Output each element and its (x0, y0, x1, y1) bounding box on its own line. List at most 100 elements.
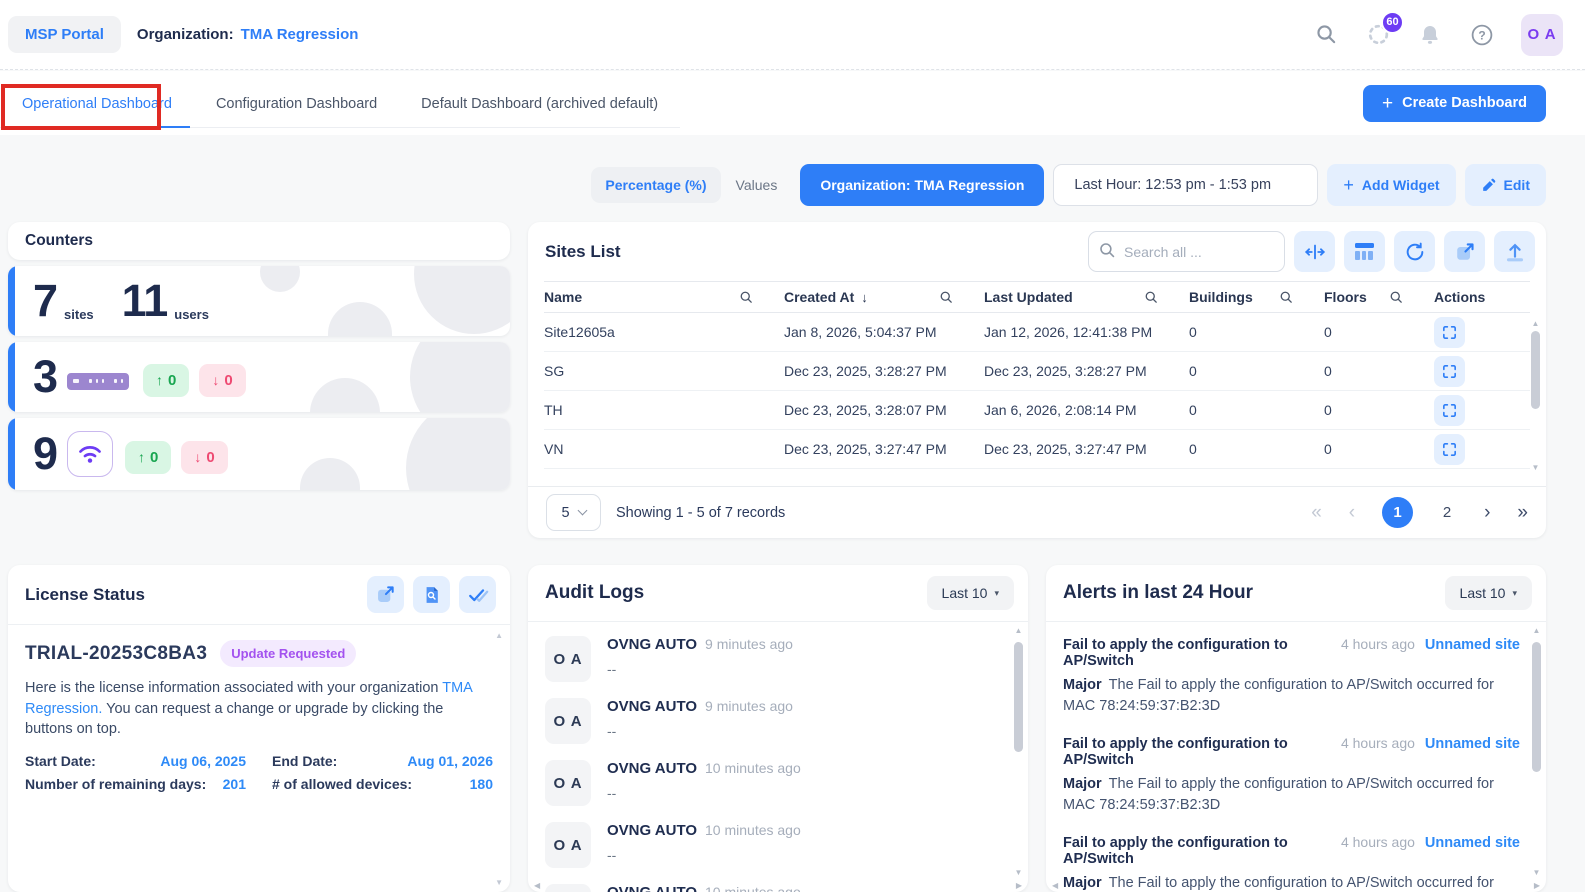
sync-spinner-icon[interactable]: 60 (1365, 22, 1391, 48)
site-updated-cell: Jan 12, 2026, 12:41:38 PM (984, 313, 1189, 352)
expand-site-button[interactable] (1434, 356, 1465, 387)
sites-search-input[interactable] (1088, 231, 1285, 272)
alert-site-link[interactable]: Unnamed site (1415, 637, 1520, 653)
alert-severity: Major (1063, 677, 1102, 693)
bell-icon[interactable] (1417, 22, 1443, 48)
audit-timestamp: 9 minutes ago (705, 698, 793, 714)
pagination-controls: « ‹ 1 2 › » (1311, 497, 1528, 528)
caret-down-icon: ▾ (994, 588, 999, 599)
column-search-icon[interactable] (1389, 290, 1404, 305)
audit-log-entry: O AOVNG AUTO10 minutes ago-- (545, 822, 1002, 868)
site-row: SGDec 23, 2025, 3:28:27 PMDec 23, 2025, … (544, 352, 1530, 391)
audit-user-name: OVNG AUTO (607, 636, 697, 653)
tab-default-dashboard[interactable]: Default Dashboard (archived default) (399, 83, 680, 127)
alert-timestamp: 4 hours ago (1341, 834, 1415, 850)
sort-desc-icon[interactable]: ↓ (861, 290, 868, 305)
column-header-floors[interactable]: Floors (1324, 282, 1434, 313)
sites-count: 7 (33, 281, 57, 322)
organization-filter-button[interactable]: Organization: TMA Regression (800, 164, 1044, 206)
pen-icon (1481, 178, 1496, 193)
alert-site-link[interactable]: Unnamed site (1415, 736, 1520, 752)
column-header-created-at[interactable]: Created At↓ (784, 282, 984, 313)
site-floors-cell: 0 (1324, 352, 1434, 391)
next-page-button[interactable]: › (1484, 503, 1490, 522)
scroll-down-icon[interactable]: ▼ (1015, 869, 1023, 877)
column-header-buildings[interactable]: Buildings (1189, 282, 1324, 313)
add-widget-button[interactable]: + Add Widget (1327, 164, 1455, 206)
alert-severity: Major (1063, 776, 1102, 792)
page-number-button[interactable]: 2 (1437, 504, 1457, 521)
help-icon[interactable]: ? (1469, 22, 1495, 48)
column-search-icon[interactable] (1144, 290, 1159, 305)
edit-button[interactable]: Edit (1465, 164, 1546, 206)
alert-message: MajorThe Fail to apply the configuration… (1063, 873, 1497, 892)
audit-timestamp: 10 minutes ago (705, 822, 801, 838)
expand-site-button[interactable] (1434, 317, 1465, 348)
column-search-icon[interactable] (1279, 290, 1294, 305)
audit-user-name: OVNG AUTO (607, 760, 697, 777)
sites-table: Name Created At↓ Last Updated Buildings … (544, 281, 1530, 469)
time-range-picker[interactable]: Last Hour: 12:53 pm - 1:53 pm (1053, 164, 1318, 206)
license-approve-button[interactable] (459, 576, 496, 613)
alert-severity: Major (1063, 875, 1102, 891)
page-number-button[interactable]: 1 (1382, 497, 1413, 528)
scroll-down-icon[interactable]: ▼ (495, 878, 503, 887)
first-page-button[interactable]: « (1311, 503, 1322, 522)
tab-operational-dashboard[interactable]: Operational Dashboard (0, 83, 194, 127)
audit-scrollbar[interactable]: ▲ ▼ (1013, 627, 1024, 877)
audit-log-entry: O AOVNG AUTO9 minutes ago-- (545, 698, 1002, 744)
sites-table-scrollbar[interactable]: ▲ ▼ (1530, 320, 1541, 472)
organization-label: Organization: (137, 26, 234, 43)
column-header-last-updated[interactable]: Last Updated (984, 282, 1189, 313)
audit-avatar: O A (545, 698, 591, 744)
site-updated-cell: Dec 23, 2025, 3:28:27 PM (984, 352, 1189, 391)
license-review-document-button[interactable] (413, 576, 450, 613)
column-header-name[interactable]: Name (544, 282, 784, 313)
search-icon[interactable] (1313, 22, 1339, 48)
scroll-up-icon[interactable]: ▲ (1533, 627, 1541, 635)
manage-columns-button[interactable] (1344, 231, 1385, 272)
counter-card-switches[interactable]: 3 ↑0 ↓0 (8, 342, 510, 412)
refresh-button[interactable] (1394, 231, 1435, 272)
values-toggle[interactable]: Values (730, 167, 784, 203)
column-search-icon[interactable] (939, 290, 954, 305)
counter-card-access-points[interactable]: 9 ↑0 ↓0 (8, 418, 510, 490)
scroll-down-icon[interactable]: ▼ (1532, 464, 1540, 472)
alerts-range-filter[interactable]: Last 10▾ (1445, 576, 1532, 610)
user-avatar[interactable]: O A (1521, 14, 1563, 56)
audit-detail: -- (607, 723, 793, 739)
search-icon (1098, 241, 1117, 265)
scroll-down-icon[interactable]: ▼ (1533, 869, 1541, 877)
start-date-value: Aug 06, 2025 (160, 753, 246, 769)
percentage-toggle[interactable]: Percentage (%) (591, 167, 720, 203)
scroll-up-icon[interactable]: ▲ (1532, 320, 1540, 328)
page-size-select[interactable]: 5 (546, 494, 601, 531)
license-status-badge: Update Requested (220, 640, 356, 667)
fit-columns-button[interactable] (1294, 231, 1335, 272)
last-page-button[interactable]: » (1517, 503, 1528, 522)
previous-page-button[interactable]: ‹ (1349, 503, 1355, 522)
scroll-up-icon[interactable]: ▲ (1015, 627, 1023, 635)
expand-icon (1441, 402, 1458, 419)
open-external-button[interactable] (1444, 231, 1485, 272)
organization-name-link[interactable]: TMA Regression (241, 26, 359, 43)
audit-range-filter[interactable]: Last 10▾ (927, 576, 1014, 610)
site-actions-cell (1434, 352, 1530, 391)
alerts-scrollbar[interactable]: ▲ ▼ (1531, 627, 1542, 877)
counter-card-sites-users[interactable]: 7 sites 11 users (8, 266, 510, 336)
alerts-title: Alerts in last 24 Hour (1063, 582, 1253, 604)
create-dashboard-button[interactable]: + Create Dashboard (1363, 85, 1546, 122)
license-key: TRIAL-20253C8BA3 (25, 643, 207, 665)
export-button[interactable] (1494, 231, 1535, 272)
alert-site-link[interactable]: Unnamed site (1415, 835, 1520, 851)
msp-portal-button[interactable]: MSP Portal (8, 16, 121, 53)
expand-site-button[interactable] (1434, 434, 1465, 465)
column-search-icon[interactable] (739, 290, 754, 305)
tab-configuration-dashboard[interactable]: Configuration Dashboard (194, 83, 399, 127)
expand-site-button[interactable] (1434, 395, 1465, 426)
remaining-days-value: 201 (223, 776, 246, 792)
columns-icon (1355, 243, 1374, 260)
license-open-external-button[interactable] (367, 576, 404, 613)
chevron-down-icon (577, 506, 587, 516)
scroll-up-icon[interactable]: ▲ (495, 631, 503, 640)
